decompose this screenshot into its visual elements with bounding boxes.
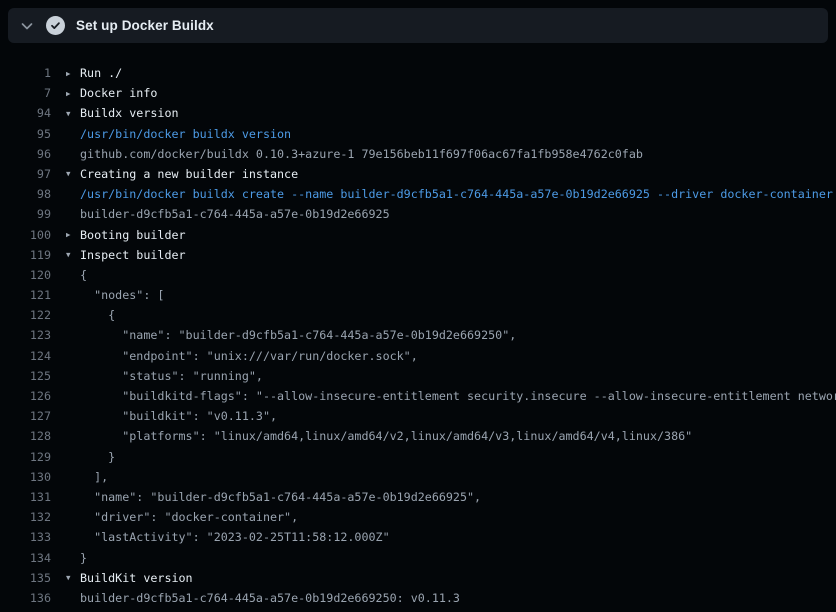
log-text: builder-d9cfb5a1-c764-445a-a57e-0b19d2e6… (80, 207, 390, 221)
triangle-down-icon[interactable]: ▼ (66, 568, 80, 588)
log-row: 123 "name": "builder-d9cfb5a1-c764-445a-… (0, 325, 836, 345)
line-number[interactable]: 135 (0, 568, 51, 588)
log-text: "buildkit": "v0.11.3", (80, 409, 277, 423)
log-text: "lastActivity": "2023-02-25T11:58:12.000… (80, 530, 390, 544)
log-row: 125 "status": "running", (0, 366, 836, 386)
line-number[interactable]: 125 (0, 366, 51, 386)
line-number[interactable]: 96 (0, 144, 51, 164)
log-text: "platforms": "linux/amd64,linux/amd64/v2… (80, 429, 692, 443)
log-row: 124 "endpoint": "unix:///var/run/docker.… (0, 346, 836, 366)
line-number[interactable]: 127 (0, 406, 51, 426)
log-row: 129 } (0, 447, 836, 467)
log-row: 95 /usr/bin/docker buildx version (0, 124, 836, 144)
line-number[interactable]: 136 (0, 588, 51, 608)
line-number[interactable]: 133 (0, 527, 51, 547)
line-number[interactable]: 131 (0, 487, 51, 507)
log-text: "name": "builder-d9cfb5a1-c764-445a-a57e… (80, 328, 516, 342)
log-row: 122 { (0, 305, 836, 325)
log-text: github.com/docker/buildx 0.10.3+azure-1 … (80, 147, 643, 161)
step-header[interactable]: Set up Docker Buildx (8, 8, 828, 43)
log-row: 133 "lastActivity": "2023-02-25T11:58:12… (0, 527, 836, 547)
log-row: 134 } (0, 548, 836, 568)
line-number[interactable]: 119 (0, 245, 51, 265)
log-text: "name": "builder-d9cfb5a1-c764-445a-a57e… (80, 490, 481, 504)
line-number[interactable]: 132 (0, 507, 51, 527)
log-text: ], (80, 470, 108, 484)
line-number[interactable]: 130 (0, 467, 51, 487)
log-text: Docker info (80, 86, 157, 100)
triangle-right-icon[interactable]: ▶ (66, 64, 80, 84)
log-text: } (80, 551, 87, 565)
workflow-step-log-panel: Set up Docker Buildx 1 ▶Run ./ 7 ▶Docker… (0, 8, 836, 608)
triangle-right-icon[interactable]: ▶ (66, 225, 80, 245)
log-group-row[interactable]: 135 ▼BuildKit version (0, 568, 836, 588)
line-number[interactable]: 126 (0, 386, 51, 406)
chevron-down-icon[interactable] (19, 18, 35, 34)
log-group-row[interactable]: 97 ▼Creating a new builder instance (0, 164, 836, 184)
line-number[interactable]: 100 (0, 225, 51, 245)
log-text: Buildx version (80, 106, 179, 120)
check-circle-icon (46, 16, 65, 35)
log-group-row[interactable]: 1 ▶Run ./ (0, 63, 836, 83)
line-number[interactable]: 134 (0, 548, 51, 568)
line-number[interactable]: 120 (0, 265, 51, 285)
line-number[interactable]: 123 (0, 325, 51, 345)
log-row: 99 builder-d9cfb5a1-c764-445a-a57e-0b19d… (0, 204, 836, 224)
log-text: BuildKit version (80, 571, 193, 585)
log-group-row[interactable]: 100 ▶Booting builder (0, 225, 836, 245)
line-number[interactable]: 124 (0, 346, 51, 366)
line-number[interactable]: 98 (0, 184, 51, 204)
line-number[interactable]: 94 (0, 103, 51, 123)
log-text: "buildkitd-flags": "--allow-insecure-ent… (80, 389, 836, 403)
log-text: Inspect builder (80, 248, 186, 262)
line-number[interactable]: 99 (0, 204, 51, 224)
log-row: 128 "platforms": "linux/amd64,linux/amd6… (0, 426, 836, 446)
triangle-down-icon[interactable]: ▼ (66, 164, 80, 184)
log-text: Booting builder (80, 228, 186, 242)
log-row: 127 "buildkit": "v0.11.3", (0, 406, 836, 426)
log-row: 98 /usr/bin/docker buildx create --name … (0, 184, 836, 204)
log-row: 131 "name": "builder-d9cfb5a1-c764-445a-… (0, 487, 836, 507)
log-text: Creating a new builder instance (80, 167, 298, 181)
log-row: 120 { (0, 265, 836, 285)
log-row: 96 github.com/docker/buildx 0.10.3+azure… (0, 144, 836, 164)
log-text: /usr/bin/docker buildx version (80, 127, 291, 141)
log-text: { (80, 308, 115, 322)
line-number[interactable]: 1 (0, 63, 51, 83)
log-text: "endpoint": "unix:///var/run/docker.sock… (80, 349, 418, 363)
log-text: { (80, 268, 87, 282)
line-number[interactable]: 129 (0, 447, 51, 467)
triangle-down-icon[interactable]: ▼ (66, 245, 80, 265)
line-number[interactable]: 97 (0, 164, 51, 184)
log-text: } (80, 450, 115, 464)
line-number[interactable]: 122 (0, 305, 51, 325)
log-text: /usr/bin/docker buildx create --name bui… (80, 187, 833, 201)
triangle-down-icon[interactable]: ▼ (66, 104, 80, 124)
step-title: Set up Docker Buildx (76, 18, 214, 33)
triangle-right-icon[interactable]: ▶ (66, 84, 80, 104)
line-number[interactable]: 7 (0, 83, 51, 103)
log-lines: 1 ▶Run ./ 7 ▶Docker info 94 ▼Buildx vers… (0, 51, 836, 608)
line-number[interactable]: 95 (0, 124, 51, 144)
log-text: Run ./ (80, 66, 122, 80)
log-group-row[interactable]: 94 ▼Buildx version (0, 103, 836, 123)
log-text: "driver": "docker-container", (80, 510, 298, 524)
line-number[interactable]: 128 (0, 426, 51, 446)
log-row: 130 ], (0, 467, 836, 487)
log-row: 136 builder-d9cfb5a1-c764-445a-a57e-0b19… (0, 588, 836, 608)
log-text: "status": "running", (80, 369, 263, 383)
log-row: 121 "nodes": [ (0, 285, 836, 305)
log-group-row[interactable]: 7 ▶Docker info (0, 83, 836, 103)
log-row: 132 "driver": "docker-container", (0, 507, 836, 527)
log-text: builder-d9cfb5a1-c764-445a-a57e-0b19d2e6… (80, 591, 460, 605)
log-group-row[interactable]: 119 ▼Inspect builder (0, 245, 836, 265)
log-text: "nodes": [ (80, 288, 164, 302)
line-number[interactable]: 121 (0, 285, 51, 305)
log-row: 126 "buildkitd-flags": "--allow-insecure… (0, 386, 836, 406)
